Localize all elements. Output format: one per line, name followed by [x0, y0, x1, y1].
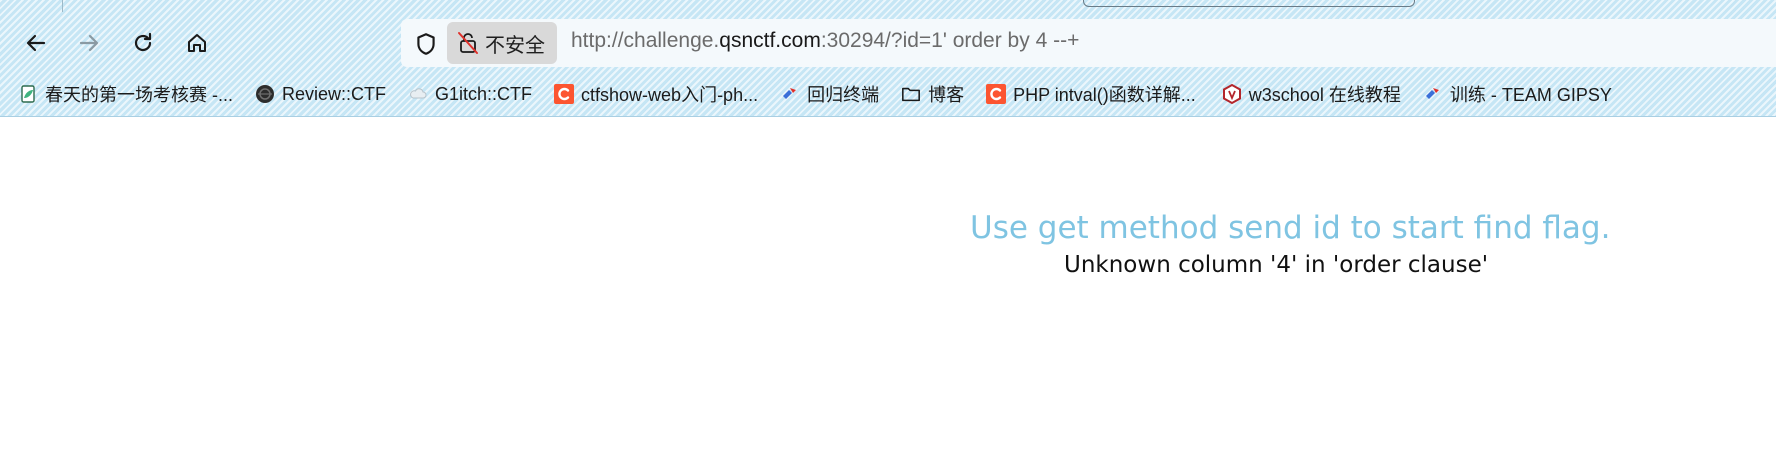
home-icon: [188, 34, 206, 52]
cloud-icon: [408, 84, 428, 104]
bookmark-item[interactable]: 博客: [895, 78, 970, 110]
url-text[interactable]: http://challenge.qsnctf.com:30294/?id=1'…: [571, 29, 1079, 53]
broken-lock-icon: [457, 31, 479, 55]
bookmark-item[interactable]: ctfshow-web入门-ph...: [548, 78, 764, 110]
url-domain: qsnctf.com: [719, 29, 821, 52]
flag-icon: [780, 84, 800, 104]
csdn-c-icon: [986, 84, 1007, 104]
flag-icon: [1423, 84, 1443, 104]
bookmark-label: ctfshow-web入门-ph...: [581, 85, 759, 105]
dark-globe-icon: [255, 84, 275, 104]
w3school-icon: [1222, 84, 1242, 104]
leaf-page-icon: [18, 84, 38, 104]
bookmark-item[interactable]: Review::CTF: [249, 78, 392, 110]
bookmark-label: PHP intval()函数详解...: [1013, 85, 1196, 105]
bookmark-item[interactable]: 回归终端: [774, 78, 885, 110]
hint-text: Use get method send id to start find fla…: [970, 210, 1611, 246]
bookmark-item[interactable]: w3school 在线教程: [1216, 78, 1407, 110]
sql-error-message: Unknown column '4' in 'order clause': [1064, 252, 1489, 278]
csdn-c-icon: [554, 84, 575, 104]
back-icon: [26, 34, 46, 52]
back-button[interactable]: [18, 25, 54, 61]
bookmark-item[interactable]: 春天的第一场考核赛 -...: [12, 78, 239, 110]
tab-strip: [0, 0, 1776, 12]
forward-icon: [79, 34, 99, 52]
bookmarks-bar: 春天的第一场考核赛 -... Review::CTF G1itch::CTF c…: [0, 76, 1776, 112]
page-content: Use get method send id to start find fla…: [0, 117, 1776, 465]
shield-icon[interactable]: [413, 31, 439, 57]
home-button[interactable]: [179, 25, 215, 61]
bookmark-label: w3school 在线教程: [1248, 85, 1401, 105]
bookmark-label: Review::CTF: [282, 83, 387, 104]
browser-tab[interactable]: [1083, 0, 1415, 7]
url-rest: :30294/?id=1' order by 4 --+: [820, 29, 1080, 52]
bookmark-label: 春天的第一场考核赛 -...: [45, 85, 233, 105]
reload-button[interactable]: [125, 25, 161, 61]
browser-chrome: 不安全 http://challenge.qsnctf.com:30294/?i…: [0, 0, 1776, 117]
bookmark-label: 博客: [928, 85, 965, 105]
reload-icon: [134, 32, 152, 52]
bookmark-item[interactable]: 训练 - TEAM GIPSY: [1417, 78, 1618, 110]
bookmark-item[interactable]: PHP intval()函数详解...: [980, 78, 1202, 110]
bookmark-label: 训练 - TEAM GIPSY: [1449, 85, 1612, 105]
bookmark-label: 回归终端: [807, 85, 880, 105]
tab-divider: [62, 0, 63, 12]
url-prefix: http://challenge.: [571, 29, 720, 52]
bookmark-label: G1itch::CTF: [435, 83, 533, 104]
insecure-label: 不安全: [485, 32, 545, 57]
insecure-badge[interactable]: 不安全: [447, 22, 557, 64]
bookmark-item[interactable]: G1itch::CTF: [402, 78, 538, 110]
folder-icon: [901, 84, 921, 104]
address-bar[interactable]: 不安全 http://challenge.qsnctf.com:30294/?i…: [401, 19, 1776, 67]
forward-button[interactable]: [71, 25, 107, 61]
